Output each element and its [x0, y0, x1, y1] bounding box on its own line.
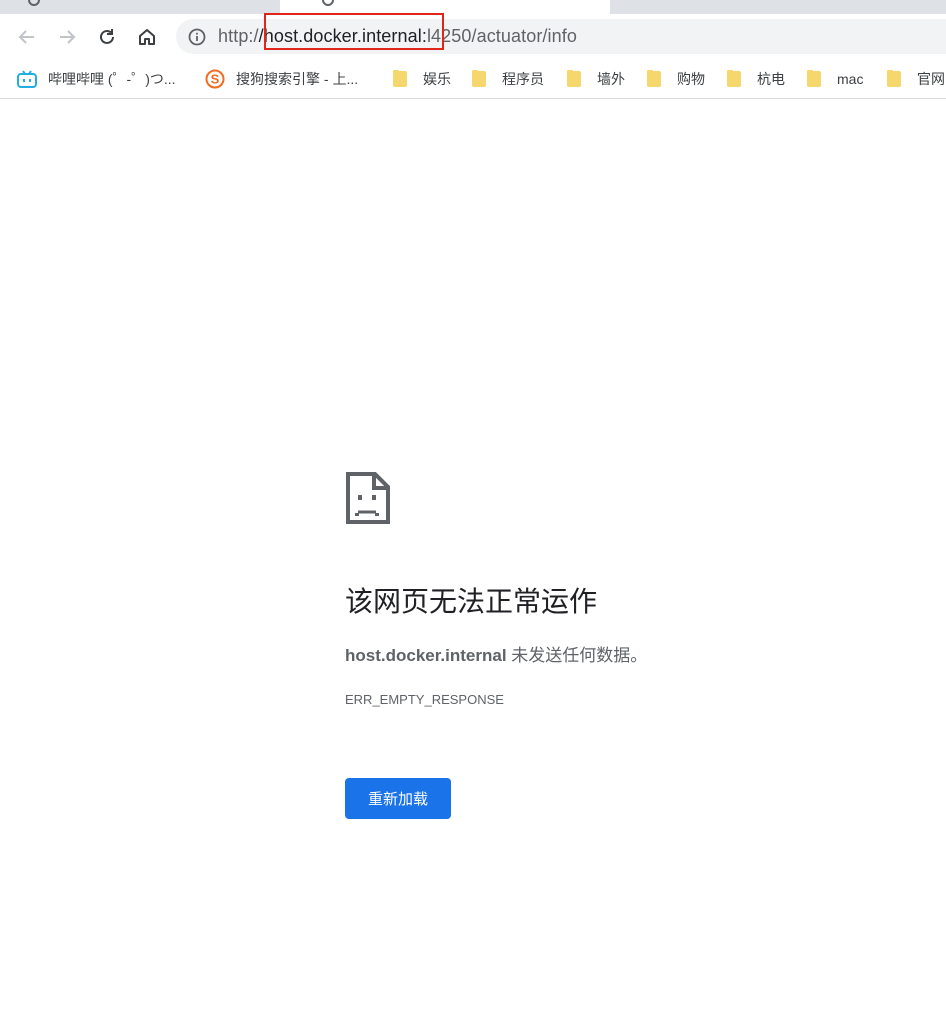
bookmark-folder-official[interactable]: 官网 — [887, 68, 945, 90]
bookmark-sogou[interactable]: S 搜狗搜索引擎 - 上... — [205, 68, 359, 90]
error-message: 未发送任何数据。 — [506, 646, 648, 665]
active-tab[interactable] — [280, 0, 610, 14]
refresh-icon — [100, 29, 114, 44]
error-code: ERR_EMPTY_RESPONSE — [345, 692, 504, 707]
tab-strip — [0, 0, 946, 14]
reload-page-button[interactable]: 重新加载 — [345, 778, 451, 819]
svg-text:S: S — [211, 72, 220, 87]
folder-icon — [727, 70, 741, 87]
folder-icon — [807, 70, 821, 87]
sad-page-icon — [346, 472, 390, 524]
bookmark-label: 哔哩哔哩 (゜-゜)つ... — [48, 71, 176, 87]
info-icon[interactable] — [188, 28, 206, 46]
bookmark-label: 墙外 — [597, 71, 625, 87]
arrow-left-icon — [18, 30, 34, 44]
bookmark-label: 购物 — [677, 71, 705, 87]
home-button[interactable] — [133, 23, 161, 51]
reload-toolbar-button[interactable] — [93, 23, 121, 51]
back-button[interactable] — [13, 23, 41, 51]
bookmark-folder-entertainment[interactable]: 娱乐 — [393, 68, 451, 90]
bookmarks-bar: 哔哩哔哩 (゜-゜)つ... S 搜狗搜索引擎 - 上... 娱乐 程序员 墙外… — [0, 60, 946, 99]
error-description: host.docker.internal 未发送任何数据。 — [345, 644, 647, 668]
bookmark-bilibili[interactable]: 哔哩哔哩 (゜-゜)つ... — [17, 68, 176, 90]
bookmark-label: 官网 — [917, 71, 945, 87]
folder-icon — [647, 70, 661, 87]
bookmark-folder-hdu[interactable]: 杭电 — [727, 68, 785, 90]
sogou-icon: S — [205, 69, 225, 89]
error-host: host.docker.internal — [345, 646, 507, 665]
arrow-right-icon — [60, 30, 76, 44]
folder-icon — [472, 70, 486, 87]
home-icon — [139, 29, 155, 45]
folder-icon — [393, 70, 407, 87]
url-path: l4250/actuator/info — [426, 26, 577, 46]
bookmark-label: mac — [837, 71, 864, 87]
forward-button[interactable] — [53, 23, 81, 51]
folder-icon — [887, 70, 901, 87]
bookmark-label: 程序员 — [502, 71, 544, 87]
bookmark-folder-mac[interactable]: mac — [807, 68, 863, 90]
browser-toolbar: http://host.docker.internal:l4250/actuat… — [0, 14, 946, 60]
bookmark-folder-outside[interactable]: 墙外 — [567, 68, 625, 90]
bookmark-label: 杭电 — [757, 71, 785, 87]
bilibili-icon — [17, 70, 37, 88]
tab-favicon-icon — [28, 0, 40, 6]
url-scheme: http:/ — [218, 26, 259, 46]
annotation-highlight-box — [264, 13, 444, 50]
active-tab-favicon-icon — [322, 0, 334, 6]
bookmark-folder-programmer[interactable]: 程序员 — [472, 68, 544, 90]
bookmark-label: 搜狗搜索引擎 - 上... — [236, 71, 359, 87]
bookmark-folder-shopping[interactable]: 购物 — [647, 68, 705, 90]
folder-icon — [567, 70, 581, 87]
error-title: 该网页无法正常运作 — [345, 586, 598, 617]
bookmark-label: 娱乐 — [423, 71, 451, 87]
